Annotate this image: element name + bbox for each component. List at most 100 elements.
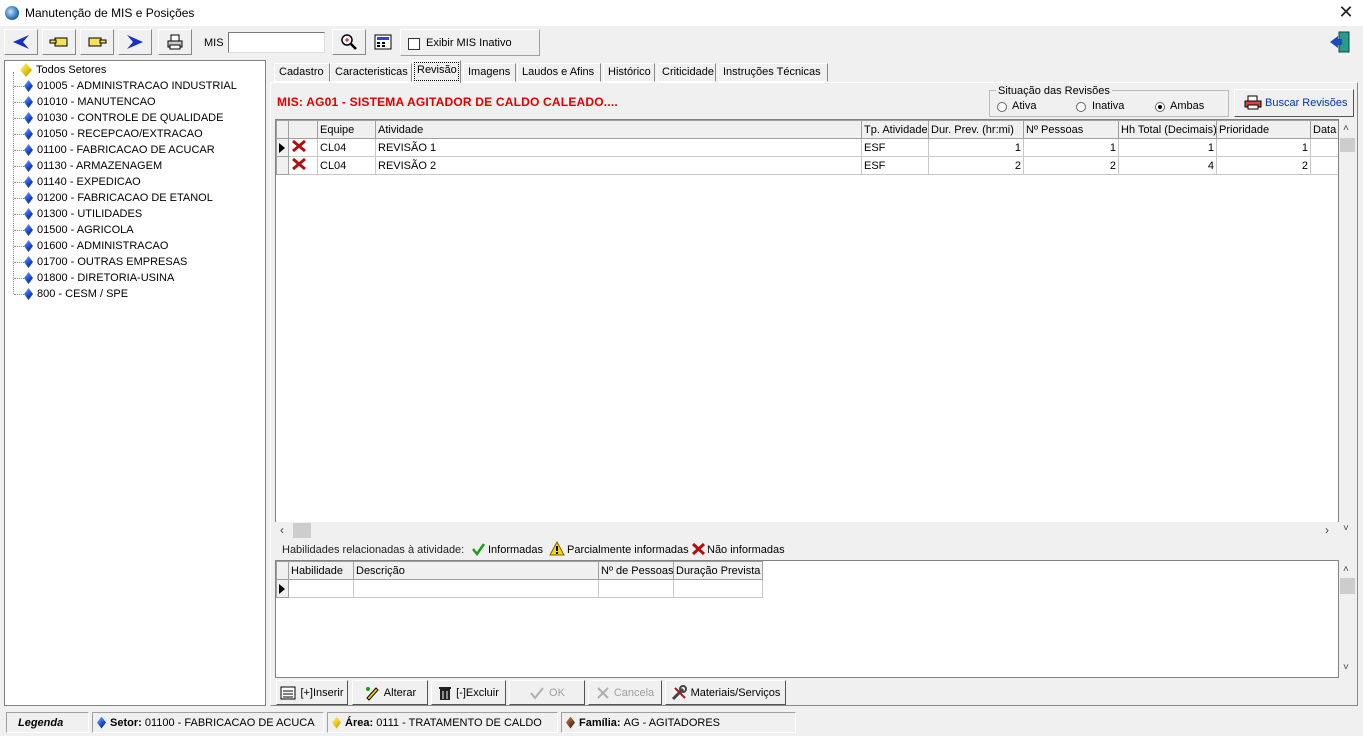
tree-item[interactable]: 01600 - ADMINISTRACAO (24, 238, 168, 254)
tab-1[interactable]: Caracteristicas (330, 63, 412, 82)
tab-5[interactable]: Histórico (603, 63, 655, 82)
tree-item[interactable]: 01500 - AGRICOLA (24, 222, 134, 238)
previous-record-button[interactable] (42, 29, 76, 55)
revision-row[interactable]: CL04 REVISÃO 1 ESF 1 1 1 1 (276, 138, 1338, 157)
tab-7[interactable]: Instruções Técnicas (718, 63, 828, 82)
column-header[interactable]: Atividade (375, 120, 862, 139)
cell-atividade[interactable]: REVISÃO 1 (375, 138, 862, 157)
skills-column-header[interactable]: Habilidade (288, 561, 354, 580)
cell-hh[interactable]: 4 (1118, 156, 1217, 175)
tree-item[interactable]: 01700 - OUTRAS EMPRESAS (24, 254, 187, 270)
hscroll-thumb[interactable] (293, 523, 311, 538)
scroll-down-icon[interactable]: ˅ (1343, 662, 1349, 673)
revisions-grid[interactable]: Equipe Atividade Tp. Atividade Dur. Prev. (… (275, 119, 1339, 523)
column-header[interactable]: Data (1310, 120, 1338, 139)
scroll-down-icon[interactable]: ˅ (1343, 523, 1349, 534)
tree-item[interactable]: 01200 - FABRICACAO DE ETANOL (24, 190, 213, 206)
cell-tp[interactable]: ESF (861, 138, 929, 157)
calculator-button[interactable] (374, 34, 394, 52)
tab-bar: Cadastro Caracteristicas Revisão Imagens Lau… (270, 60, 1360, 83)
cell-tp[interactable]: ESF (861, 156, 929, 175)
revisions-horizontal-scrollbar[interactable]: ‹ › (275, 522, 1339, 539)
sector-diamond-icon (24, 160, 33, 172)
skills-column-header[interactable]: Nº de Pessoas (598, 561, 674, 580)
scroll-left-icon[interactable]: ‹ (280, 523, 284, 537)
close-button[interactable]: ✕ (1336, 2, 1356, 22)
skills-grid[interactable]: Habilidade Descrição Nº de Pessoas Duração … (275, 560, 1339, 678)
tab-0[interactable]: Cadastro (274, 63, 330, 82)
mis-search-input[interactable] (228, 32, 325, 53)
cancel-button[interactable]: Cancela (588, 680, 662, 705)
tree-item-label: 01050 - RECEPCAO/EXTRACAO (37, 128, 203, 140)
scroll-thumb[interactable] (1340, 138, 1355, 152)
radio-ativa[interactable] (997, 102, 1007, 112)
skill-cell[interactable] (288, 579, 354, 598)
scroll-right-icon[interactable]: › (1325, 523, 1329, 537)
cell-atividade[interactable]: REVISÃO 2 (375, 156, 862, 175)
cell-prioridade[interactable]: 1 (1216, 138, 1311, 157)
scroll-thumb[interactable] (1340, 578, 1355, 594)
legend-parcial: Parcialmente informadas (567, 544, 689, 556)
revision-row[interactable]: CL04 REVISÃO 2 ESF 2 2 4 2 (276, 156, 1338, 175)
radio-inativa[interactable] (1076, 102, 1086, 112)
tree-item[interactable]: 01800 - DIRETORIA-USINA (24, 270, 174, 286)
column-header[interactable]: Prioridade (1216, 120, 1311, 139)
tree-item[interactable]: 01140 - EXPEDICAO (24, 174, 141, 190)
cell-dur[interactable]: 1 (928, 138, 1024, 157)
tree-item[interactable]: 800 - CESM / SPE (24, 286, 128, 302)
skills-empty-row[interactable] (276, 579, 763, 598)
tree-item-label: 01005 - ADMINISTRACAO INDUSTRIAL (37, 80, 237, 92)
people-cell[interactable] (598, 579, 674, 598)
cell-pessoas[interactable]: 1 (1023, 138, 1119, 157)
tree-item[interactable]: 01010 - MANUTENCAO (24, 94, 156, 110)
tree-item[interactable]: 01130 - ARMAZENAGEM (24, 158, 162, 174)
column-header[interactable]: Dur. Prev. (hr:mi) (928, 120, 1024, 139)
description-cell[interactable] (353, 579, 599, 598)
tree-item-label: 01200 - FABRICACAO DE ETANOL (37, 192, 213, 204)
exit-button[interactable] (1328, 30, 1352, 54)
print-button[interactable] (158, 29, 192, 55)
next-record-button[interactable] (80, 29, 114, 55)
cell-pessoas[interactable]: 2 (1023, 156, 1119, 175)
skills-vertical-scrollbar[interactable]: ˄ ˅ (1339, 560, 1356, 678)
column-header[interactable]: Nº Pessoas (1023, 120, 1119, 139)
tree-item[interactable]: 01030 - CONTROLE DE QUALIDADE (24, 110, 223, 126)
tools-icon (671, 684, 687, 700)
cell-hh[interactable]: 1 (1118, 138, 1217, 157)
tab-2[interactable]: Revisão (412, 60, 461, 83)
scroll-up-icon[interactable]: ˄ (1343, 123, 1349, 134)
cell-equipe[interactable]: CL04 (317, 138, 376, 157)
cell-data[interactable] (1310, 138, 1338, 157)
first-record-button[interactable] (4, 29, 38, 55)
skills-column-header[interactable]: Duração Prevista (673, 561, 763, 580)
tree-item[interactable]: 01005 - ADMINISTRACAO INDUSTRIAL (24, 78, 237, 94)
tab-4[interactable]: Laudos e Afins (517, 63, 601, 82)
cell-equipe[interactable]: CL04 (317, 156, 376, 175)
revisions-vertical-scrollbar[interactable]: ˄ (1339, 119, 1356, 523)
cell-dur[interactable]: 2 (928, 156, 1024, 175)
delete-button[interactable]: [-]Excluir (431, 680, 506, 705)
skills-column-header[interactable]: Descrição (353, 561, 599, 580)
tree-item[interactable]: 01050 - RECEPCAO/EXTRACAO (24, 126, 203, 142)
tab-6[interactable]: Criticidade (657, 63, 716, 82)
column-header[interactable]: Hh Total (Decimais) (1118, 120, 1217, 139)
tree-item[interactable]: 01100 - FABRICACAO DE ACUCAR (24, 142, 215, 158)
column-header[interactable]: Tp. Atividade (861, 120, 929, 139)
tree-root[interactable]: Todos Setores (20, 62, 106, 78)
insert-button[interactable]: [+]Inserir (276, 680, 348, 705)
tab-3[interactable]: Imagens (463, 63, 516, 82)
column-header[interactable]: Equipe (317, 120, 376, 139)
search-button[interactable] (332, 29, 366, 55)
show-inactive-checkbox[interactable] (408, 38, 420, 50)
last-record-button[interactable] (118, 29, 152, 55)
cell-data[interactable] (1310, 156, 1338, 175)
edit-button[interactable]: Alterar (352, 680, 428, 705)
cell-prioridade[interactable]: 2 (1216, 156, 1311, 175)
tree-item[interactable]: 01300 - UTILIDADES (24, 206, 142, 222)
ok-button[interactable]: OK (509, 680, 585, 705)
materials-button[interactable]: Materiais/Serviços (665, 680, 786, 705)
scroll-up-icon[interactable]: ˄ (1343, 564, 1349, 575)
row-indicator (276, 138, 289, 157)
duration-cell[interactable] (673, 579, 763, 598)
radio-ambas[interactable] (1155, 102, 1165, 112)
